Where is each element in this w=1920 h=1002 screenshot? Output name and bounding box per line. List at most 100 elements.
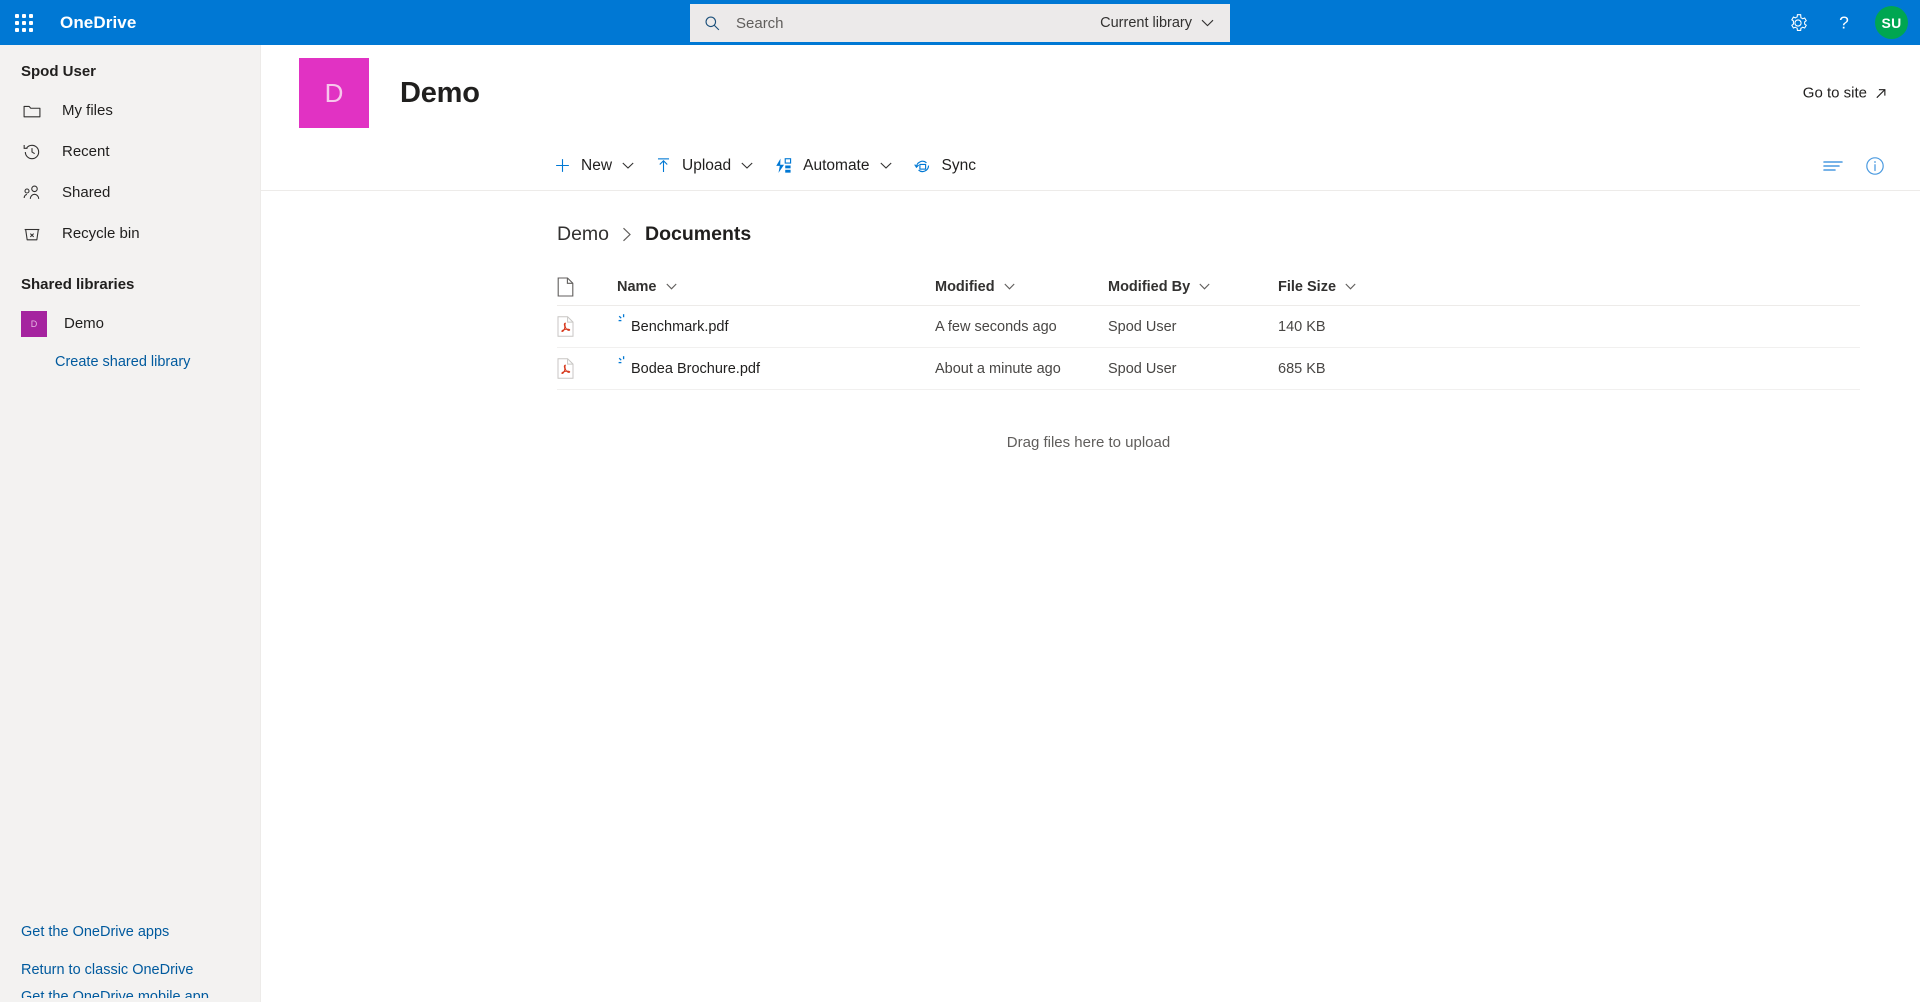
view-options-button[interactable] (1812, 146, 1854, 186)
library-tile: D (21, 311, 47, 337)
automate-icon (774, 157, 793, 175)
drag-drop-hint: Drag files here to upload (557, 434, 1860, 451)
file-list: Name Modified Modified By File Size (261, 246, 1920, 451)
chevron-down-icon (741, 162, 753, 169)
plus-icon (554, 157, 571, 174)
sidebar-item-recent[interactable]: Recent (0, 131, 260, 172)
column-label: Name (617, 279, 657, 295)
chevron-down-icon (622, 162, 634, 169)
avatar[interactable]: SU (1875, 6, 1908, 39)
sync-button-label: Sync (942, 157, 976, 175)
sidebar-library-demo[interactable]: D Demo (0, 303, 260, 344)
list-view-icon (1822, 159, 1844, 173)
info-circle-icon (1865, 156, 1885, 176)
question-mark-icon: ? (1833, 12, 1855, 34)
column-label: Modified By (1108, 279, 1190, 295)
upload-button[interactable]: Upload (646, 146, 762, 186)
breadcrumb: Demo Documents (261, 191, 1920, 246)
command-bar-right (1812, 141, 1896, 191)
sidebar-library-label: Demo (64, 315, 104, 332)
suite-bar: OneDrive Current library ? SU (0, 0, 1920, 45)
sidebar-item-shared[interactable]: Shared (0, 172, 260, 213)
new-button[interactable]: New (545, 146, 643, 186)
file-size: 140 KB (1278, 319, 1408, 335)
file-size: 685 KB (1278, 361, 1408, 377)
column-label: Modified (935, 279, 995, 295)
waffle-icon (15, 14, 33, 32)
go-to-site-link[interactable]: Go to site (1803, 85, 1888, 102)
chevron-down-icon (666, 283, 677, 290)
upload-button-label: Upload (682, 157, 731, 175)
main-content: D Demo Go to site New (261, 45, 1920, 1002)
pdf-icon (557, 316, 617, 337)
table-row[interactable]: Bodea Brochure.pdf About a minute ago Sp… (557, 348, 1860, 390)
sidebar-footer: Get the OneDrive apps Return to classic … (0, 913, 260, 1002)
breadcrumb-item-documents[interactable]: Documents (645, 223, 751, 246)
sidebar-item-label: Shared (62, 184, 110, 201)
file-modified: About a minute ago (935, 361, 1108, 377)
column-label: File Size (1278, 279, 1336, 295)
go-to-site-label: Go to site (1803, 85, 1867, 102)
search-icon (690, 15, 734, 32)
help-button[interactable]: ? (1821, 0, 1867, 45)
column-header-modified-by[interactable]: Modified By (1108, 268, 1278, 305)
chevron-right-icon (622, 227, 632, 242)
app-launcher-button[interactable] (0, 0, 48, 45)
document-icon (557, 277, 574, 297)
sidebar-item-recycle-bin[interactable]: Recycle bin (0, 213, 260, 254)
sidebar-user-heading: Spod User (0, 45, 260, 90)
details-pane-button[interactable] (1854, 146, 1896, 186)
sidebar-item-label: My files (62, 102, 113, 119)
file-list-header: Name Modified Modified By File Size (557, 268, 1860, 306)
file-modified: A few seconds ago (935, 319, 1108, 335)
folder-icon (21, 100, 43, 122)
site-header: D Demo Go to site (261, 45, 1920, 141)
column-header-name[interactable]: Name (617, 268, 935, 305)
external-link-arrow-icon (1874, 86, 1888, 100)
chevron-down-icon (1199, 283, 1210, 290)
command-bar: New Upload (261, 141, 1920, 191)
chevron-down-icon (880, 162, 892, 169)
sidebar-item-my-files[interactable]: My files (0, 90, 260, 131)
file-name-cell[interactable]: Bodea Brochure.pdf (617, 361, 935, 377)
sync-button[interactable]: Sync (904, 146, 985, 186)
sync-icon (913, 157, 932, 175)
brand-onedrive[interactable]: OneDrive (60, 13, 136, 33)
people-icon (21, 182, 43, 204)
pdf-icon (557, 358, 617, 379)
new-button-label: New (581, 157, 612, 175)
create-shared-library-link[interactable]: Create shared library (0, 344, 260, 380)
file-name: Benchmark.pdf (631, 319, 729, 335)
sidebar: Spod User My files Recent Shared (0, 45, 261, 1002)
breadcrumb-item-demo[interactable]: Demo (557, 223, 609, 246)
suite-actions: ? SU (1775, 0, 1920, 45)
sidebar-libraries-heading: Shared libraries (0, 254, 260, 303)
sidebar-item-label: Recent (62, 143, 110, 160)
search-box[interactable]: Current library (690, 4, 1230, 42)
file-name: Bodea Brochure.pdf (631, 361, 760, 377)
automate-button[interactable]: Automate (765, 146, 900, 186)
column-header-modified[interactable]: Modified (935, 268, 1108, 305)
search-scope-selector[interactable]: Current library (1090, 4, 1230, 42)
chevron-down-icon (1201, 19, 1214, 27)
column-header-file-type[interactable] (557, 277, 617, 297)
chevron-down-icon (1345, 283, 1356, 290)
settings-button[interactable] (1775, 0, 1821, 45)
automate-button-label: Automate (803, 157, 869, 175)
site-tile: D (299, 58, 369, 128)
gear-icon (1788, 13, 1808, 33)
svg-text:?: ? (1839, 12, 1849, 32)
get-onedrive-apps-link[interactable]: Get the OneDrive apps (0, 913, 260, 951)
return-classic-onedrive-link[interactable]: Return to classic OneDrive (0, 951, 260, 989)
search-scope-label: Current library (1100, 15, 1192, 31)
table-row[interactable]: Benchmark.pdf A few seconds ago Spod Use… (557, 306, 1860, 348)
file-name-cell[interactable]: Benchmark.pdf (617, 319, 935, 335)
search-input[interactable] (734, 4, 1090, 42)
new-item-icon (617, 313, 630, 327)
column-header-file-size[interactable]: File Size (1278, 268, 1408, 305)
file-modified-by: Spod User (1108, 319, 1278, 335)
clock-history-icon (21, 141, 43, 163)
get-onedrive-mobile-app-link[interactable]: Get the OneDrive mobile app (0, 989, 260, 998)
upload-icon (655, 157, 672, 174)
page-title: Demo (400, 77, 480, 110)
